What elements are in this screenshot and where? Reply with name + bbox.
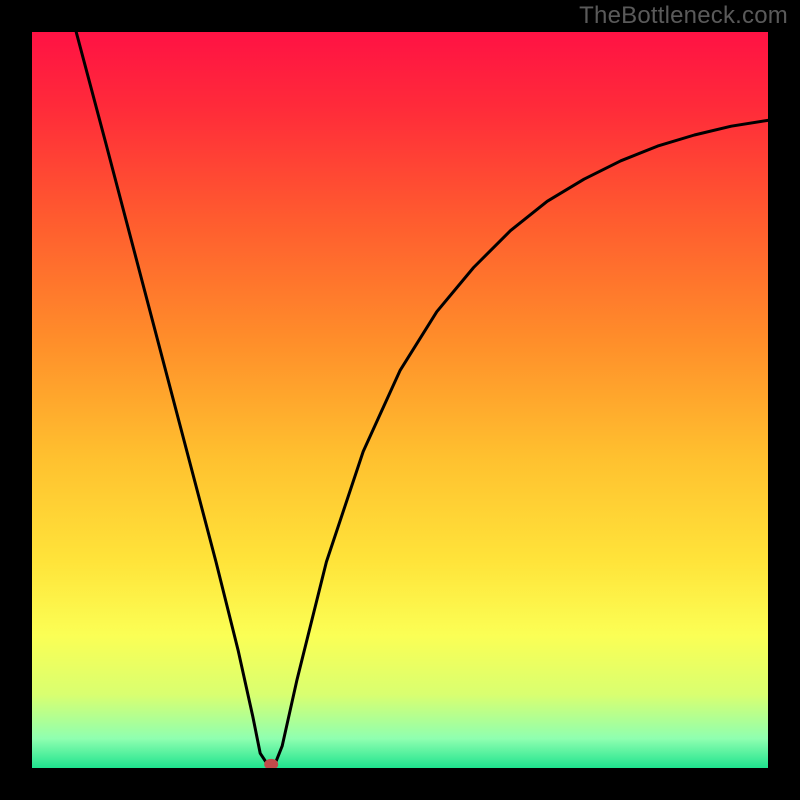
watermark-text: TheBottleneck.com [579,2,788,30]
chart-svg [32,32,768,768]
chart-frame: TheBottleneck.com [0,0,800,800]
gradient-background [32,32,768,768]
plot-area [32,32,768,768]
